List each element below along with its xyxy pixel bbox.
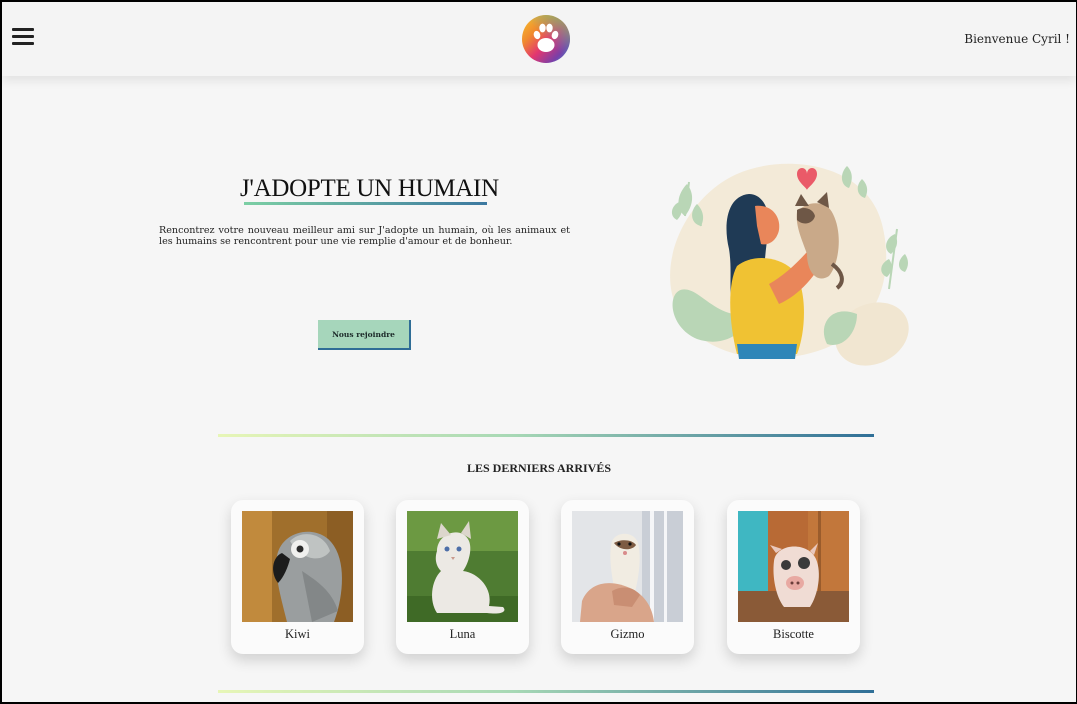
woman-hugging-cat-illustration — [670, 163, 909, 366]
hero-title: J'ADOPTE UN HUMAIN — [240, 175, 499, 202]
grey-parrot-photo — [242, 511, 353, 622]
pet-card-kiwi[interactable]: Kiwi — [231, 500, 364, 654]
welcome-message: Bienvenue Cyril ! — [964, 32, 1070, 46]
pet-name: Biscotte — [773, 627, 814, 641]
hero-description: Rencontrez votre nouveau meilleur ami su… — [159, 225, 570, 247]
pet-name: Kiwi — [285, 627, 310, 641]
join-button[interactable]: Nous rejoindre — [318, 320, 411, 350]
hamburger-menu-icon[interactable] — [12, 28, 34, 46]
paw-logo-icon[interactable] — [521, 14, 571, 64]
ferret-photo — [572, 511, 683, 622]
top-bar: Bienvenue Cyril ! — [2, 2, 1076, 76]
pet-card-luna[interactable]: Luna — [396, 500, 529, 654]
hero-title-underline — [244, 202, 487, 205]
pig-photo — [738, 511, 849, 622]
latest-arrivals-title: LES DERNIERS ARRIVÉS — [466, 461, 612, 475]
section-divider-bottom — [218, 690, 874, 693]
pet-card-biscotte[interactable]: Biscotte — [727, 500, 860, 654]
app-frame: Bienvenue Cyril ! J'ADOPTE UN HUMAIN Ren… — [0, 0, 1077, 704]
white-cat-photo — [407, 511, 518, 622]
pet-card-gizmo[interactable]: Gizmo — [561, 500, 694, 654]
pet-name: Luna — [449, 627, 476, 641]
section-divider-top — [218, 434, 874, 437]
pet-name: Gizmo — [610, 627, 645, 641]
